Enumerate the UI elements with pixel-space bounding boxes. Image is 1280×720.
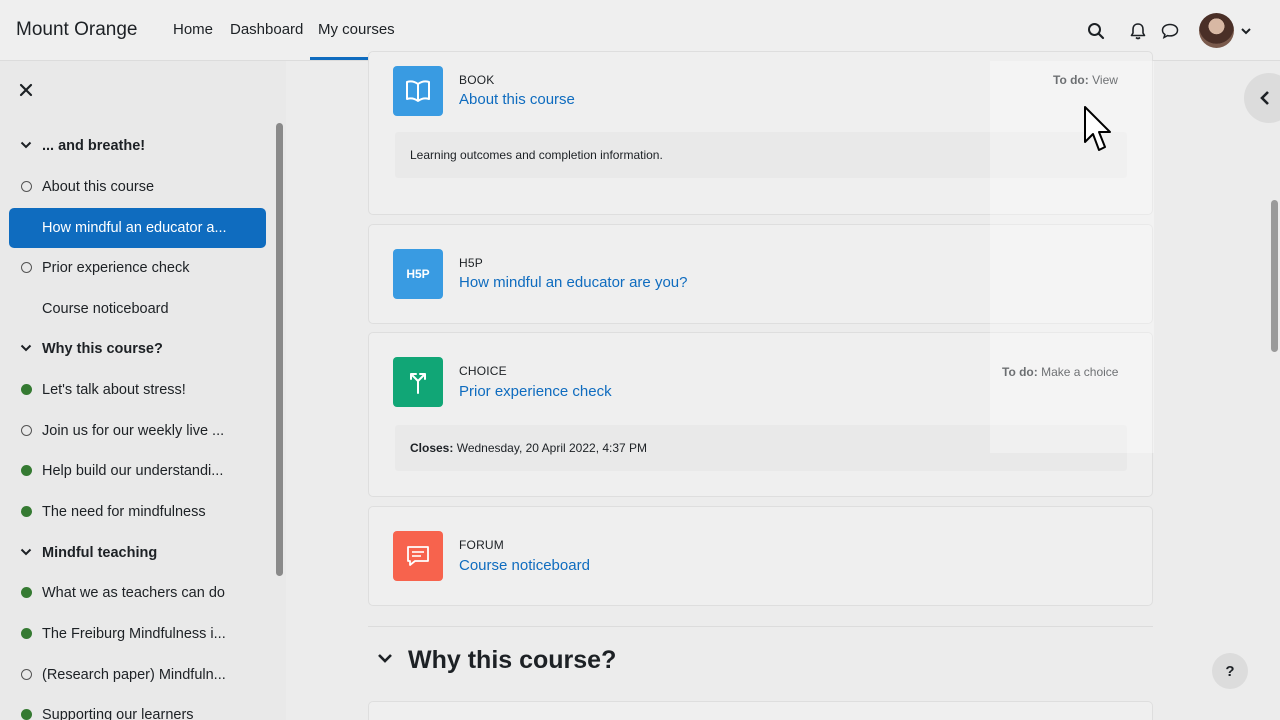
chevron-down-icon[interactable] xyxy=(19,545,33,559)
sidebar-scrollbar[interactable] xyxy=(276,123,283,576)
sidebar-item-label: Join us for our weekly live ... xyxy=(42,423,225,439)
section-header[interactable]: Why this course? xyxy=(376,646,616,675)
sidebar-item-label: Why this course? xyxy=(42,341,163,357)
activity-link[interactable]: Course noticeboard xyxy=(459,557,590,574)
sidebar-item-label: ... and breathe! xyxy=(42,138,146,154)
closes-label: Closes: xyxy=(410,441,454,455)
nav-my-courses[interactable]: My courses xyxy=(318,21,395,38)
avatar[interactable] xyxy=(1199,13,1234,48)
complete-icon xyxy=(21,587,32,598)
sidebar-item-join-weekly-live[interactable]: Join us for our weekly live ... xyxy=(9,411,266,451)
activity-type: BOOK xyxy=(459,73,495,87)
sidebar-item-label: About this course xyxy=(42,179,155,195)
help-button[interactable]: ? xyxy=(1212,653,1248,689)
sidebar-item-about-this-course[interactable]: About this course xyxy=(9,167,266,207)
incomplete-icon xyxy=(21,669,32,680)
complete-icon xyxy=(21,465,32,476)
sidebar-item-label: The need for mindfulness xyxy=(42,504,206,520)
activity-card-forum: FORUM Course noticeboard xyxy=(368,506,1153,606)
activity-type: CHOICE xyxy=(459,364,507,378)
h5p-icon[interactable]: H5P xyxy=(393,249,443,299)
complete-icon xyxy=(21,384,32,395)
complete-icon xyxy=(21,709,32,720)
nav-home[interactable]: Home xyxy=(173,21,213,38)
sidebar-item-prior-experience[interactable]: Prior experience check xyxy=(9,248,266,288)
closes-value: Wednesday, 20 April 2022, 4:37 PM xyxy=(456,441,648,455)
section-title: Why this course? xyxy=(408,646,617,674)
book-icon[interactable] xyxy=(393,66,443,116)
sidebar-item-how-mindful[interactable]: How mindful an educator a... xyxy=(9,208,266,248)
sidebar-item-research-paper[interactable]: (Research paper) Mindfuln... xyxy=(9,655,266,695)
incomplete-icon xyxy=(21,181,32,192)
chevron-down-icon[interactable] xyxy=(376,649,394,672)
sidebar-item-supporting-learners[interactable]: Supporting our learners xyxy=(9,695,266,720)
sidebar-item-label: How mindful an educator a... xyxy=(42,220,227,236)
sidebar-item-label: The Freiburg Mindfulness i... xyxy=(42,626,226,642)
site-brand[interactable]: Mount Orange xyxy=(16,19,137,41)
sidebar-item-label: Help build our understandi... xyxy=(42,463,224,479)
bell-icon[interactable] xyxy=(1127,20,1149,42)
incomplete-icon xyxy=(21,425,32,436)
sidebar-item-need-for-mindfulness[interactable]: The need for mindfulness xyxy=(9,492,266,532)
completion-highlight xyxy=(990,61,1154,453)
incomplete-icon xyxy=(21,262,32,273)
chevron-down-icon[interactable] xyxy=(19,138,33,152)
section-and-breathe[interactable]: ... and breathe! xyxy=(9,126,266,166)
sidebar-item-what-teachers-can-do[interactable]: What we as teachers can do xyxy=(9,573,266,613)
activity-link[interactable]: Prior experience check xyxy=(459,383,612,400)
chevron-down-icon[interactable] xyxy=(19,341,33,355)
mouse-cursor-icon xyxy=(1084,106,1114,163)
h5p-icon-text: H5P xyxy=(406,267,430,281)
activity-link[interactable]: About this course xyxy=(459,91,575,108)
sidebar-item-help-build[interactable]: Help build our understandi... xyxy=(9,451,266,491)
sidebar-item-label: Prior experience check xyxy=(42,260,190,276)
sidebar-item-label: Mindful teaching xyxy=(42,545,158,561)
activity-link[interactable]: How mindful an educator are you? xyxy=(459,274,687,291)
course-index-drawer: ... and breathe! About this course How m… xyxy=(0,61,286,720)
activity-type: H5P xyxy=(459,256,483,270)
activity-card-next xyxy=(368,701,1153,720)
sidebar-item-course-noticeboard[interactable]: Course noticeboard xyxy=(9,289,266,329)
chat-icon[interactable] xyxy=(1159,20,1181,42)
page-scrollbar[interactable] xyxy=(1271,200,1278,352)
choice-icon[interactable] xyxy=(393,357,443,407)
sidebar-item-label: Let's talk about stress! xyxy=(42,382,186,398)
search-icon[interactable] xyxy=(1085,20,1107,42)
forum-icon[interactable] xyxy=(393,531,443,581)
sidebar-item-lets-talk-stress[interactable]: Let's talk about stress! xyxy=(9,370,266,410)
sidebar-item-label: Course noticeboard xyxy=(42,301,169,317)
course-content: BOOK About this course To do: View Learn… xyxy=(286,51,1280,720)
sidebar-item-freiburg[interactable]: The Freiburg Mindfulness i... xyxy=(9,614,266,654)
nav-dashboard[interactable]: Dashboard xyxy=(230,21,303,38)
complete-icon xyxy=(21,506,32,517)
sidebar-item-label: (Research paper) Mindfuln... xyxy=(42,667,226,683)
section-mindful-teaching[interactable]: Mindful teaching xyxy=(9,533,266,573)
chevron-left-icon xyxy=(1258,90,1272,111)
activity-type: FORUM xyxy=(459,538,504,552)
sidebar-item-label: What we as teachers can do xyxy=(42,585,225,601)
complete-icon xyxy=(21,628,32,639)
section-divider xyxy=(368,626,1153,627)
section-why-this-course[interactable]: Why this course? xyxy=(9,329,266,369)
close-icon[interactable] xyxy=(17,81,35,99)
sidebar-item-label: Supporting our learners xyxy=(42,707,194,720)
chevron-down-icon[interactable] xyxy=(1240,24,1252,42)
